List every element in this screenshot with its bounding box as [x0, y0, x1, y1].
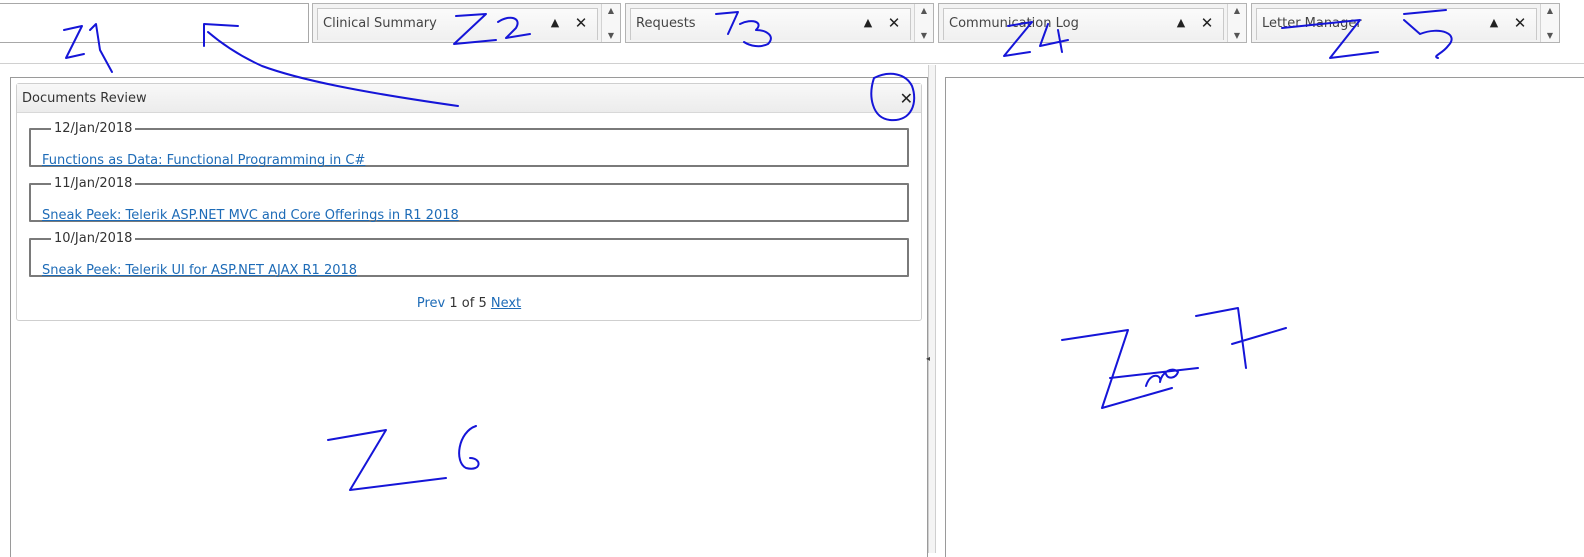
document-entry: 11/Jan/2018 Sneak Peek: Telerik ASP.NET …: [29, 176, 909, 223]
scroll-up-icon[interactable]: ▲: [1541, 6, 1559, 15]
document-date: 11/Jan/2018: [54, 176, 133, 191]
divider: [0, 63, 1584, 64]
document-entry: 12/Jan/2018 Functions as Data: Functiona…: [29, 121, 909, 168]
close-icon[interactable]: ✕: [1512, 14, 1528, 32]
collapse-up-icon[interactable]: ▲: [1486, 14, 1502, 32]
zone-header: Requests ▲ ✕: [630, 8, 911, 40]
document-entry: 10/Jan/2018 Sneak Peek: Telerik UI for A…: [29, 231, 909, 278]
close-icon[interactable]: ✕: [1199, 14, 1215, 32]
scroll-down-icon[interactable]: ▼: [915, 31, 933, 40]
zone-1: [0, 3, 309, 43]
scroll-down-icon[interactable]: ▼: [1541, 31, 1559, 40]
close-icon[interactable]: ✕: [886, 14, 902, 32]
splitter-bar[interactable]: [928, 65, 936, 553]
pager: Prev 1 of 5 Next: [17, 296, 921, 311]
document-link[interactable]: Sneak Peek: Telerik UI for ASP.NET AJAX …: [42, 263, 357, 278]
widget-title: Documents Review: [22, 91, 147, 106]
zone-scrollbar[interactable]: ▲ ▼: [1227, 4, 1246, 42]
zone-header: Clinical Summary ▲ ✕: [317, 8, 598, 40]
documents-review-widget: Documents Review ✕ 12/Jan/2018 Functions…: [16, 83, 922, 321]
zone-scrollbar[interactable]: ▲ ▼: [601, 4, 620, 42]
widget-header: Documents Review ✕: [17, 84, 921, 113]
zone-7: [945, 77, 1584, 557]
scroll-up-icon[interactable]: ▲: [602, 6, 620, 15]
document-date: 10/Jan/2018: [54, 231, 133, 246]
pager-next[interactable]: Next: [491, 296, 521, 311]
zone-scrollbar[interactable]: ▲ ▼: [1540, 4, 1559, 42]
pager-of: of: [461, 296, 475, 311]
pager-current: 1: [449, 296, 458, 311]
collapse-up-icon[interactable]: ▲: [547, 14, 563, 32]
zone-header: Communication Log ▲ ✕: [943, 8, 1224, 40]
scroll-up-icon[interactable]: ▲: [1228, 6, 1246, 15]
close-icon[interactable]: ✕: [900, 89, 913, 108]
document-link[interactable]: Sneak Peek: Telerik ASP.NET MVC and Core…: [42, 208, 459, 223]
zone-3-requests: Requests ▲ ✕ ▲ ▼: [625, 3, 934, 43]
collapse-up-icon[interactable]: ▲: [1173, 14, 1189, 32]
pager-prev: Prev: [416, 296, 446, 311]
zone-title: Communication Log: [949, 16, 1079, 31]
scroll-down-icon[interactable]: ▼: [1228, 31, 1246, 40]
zone-header: Letter Manager ▲ ✕: [1256, 8, 1537, 40]
document-date: 12/Jan/2018: [54, 121, 133, 136]
collapse-left-icon[interactable]: ◂: [926, 352, 934, 366]
collapse-up-icon[interactable]: ▲: [860, 14, 876, 32]
close-icon[interactable]: ✕: [573, 14, 589, 32]
zone-4-communication-log: Communication Log ▲ ✕ ▲ ▼: [938, 3, 1247, 43]
zone-title: Requests: [636, 16, 696, 31]
zone-title: Clinical Summary: [323, 16, 437, 31]
zone-scrollbar[interactable]: ▲ ▼: [914, 4, 933, 42]
zone-title: Letter Manager: [1262, 16, 1362, 31]
pager-total: 5: [478, 296, 487, 311]
scroll-down-icon[interactable]: ▼: [602, 31, 620, 40]
zone-2-clinical-summary: Clinical Summary ▲ ✕ ▲ ▼: [312, 3, 621, 43]
zone-5-letter-manager: Letter Manager ▲ ✕ ▲ ▼: [1251, 3, 1560, 43]
document-link[interactable]: Functions as Data: Functional Programmin…: [42, 153, 365, 168]
scroll-up-icon[interactable]: ▲: [915, 6, 933, 15]
